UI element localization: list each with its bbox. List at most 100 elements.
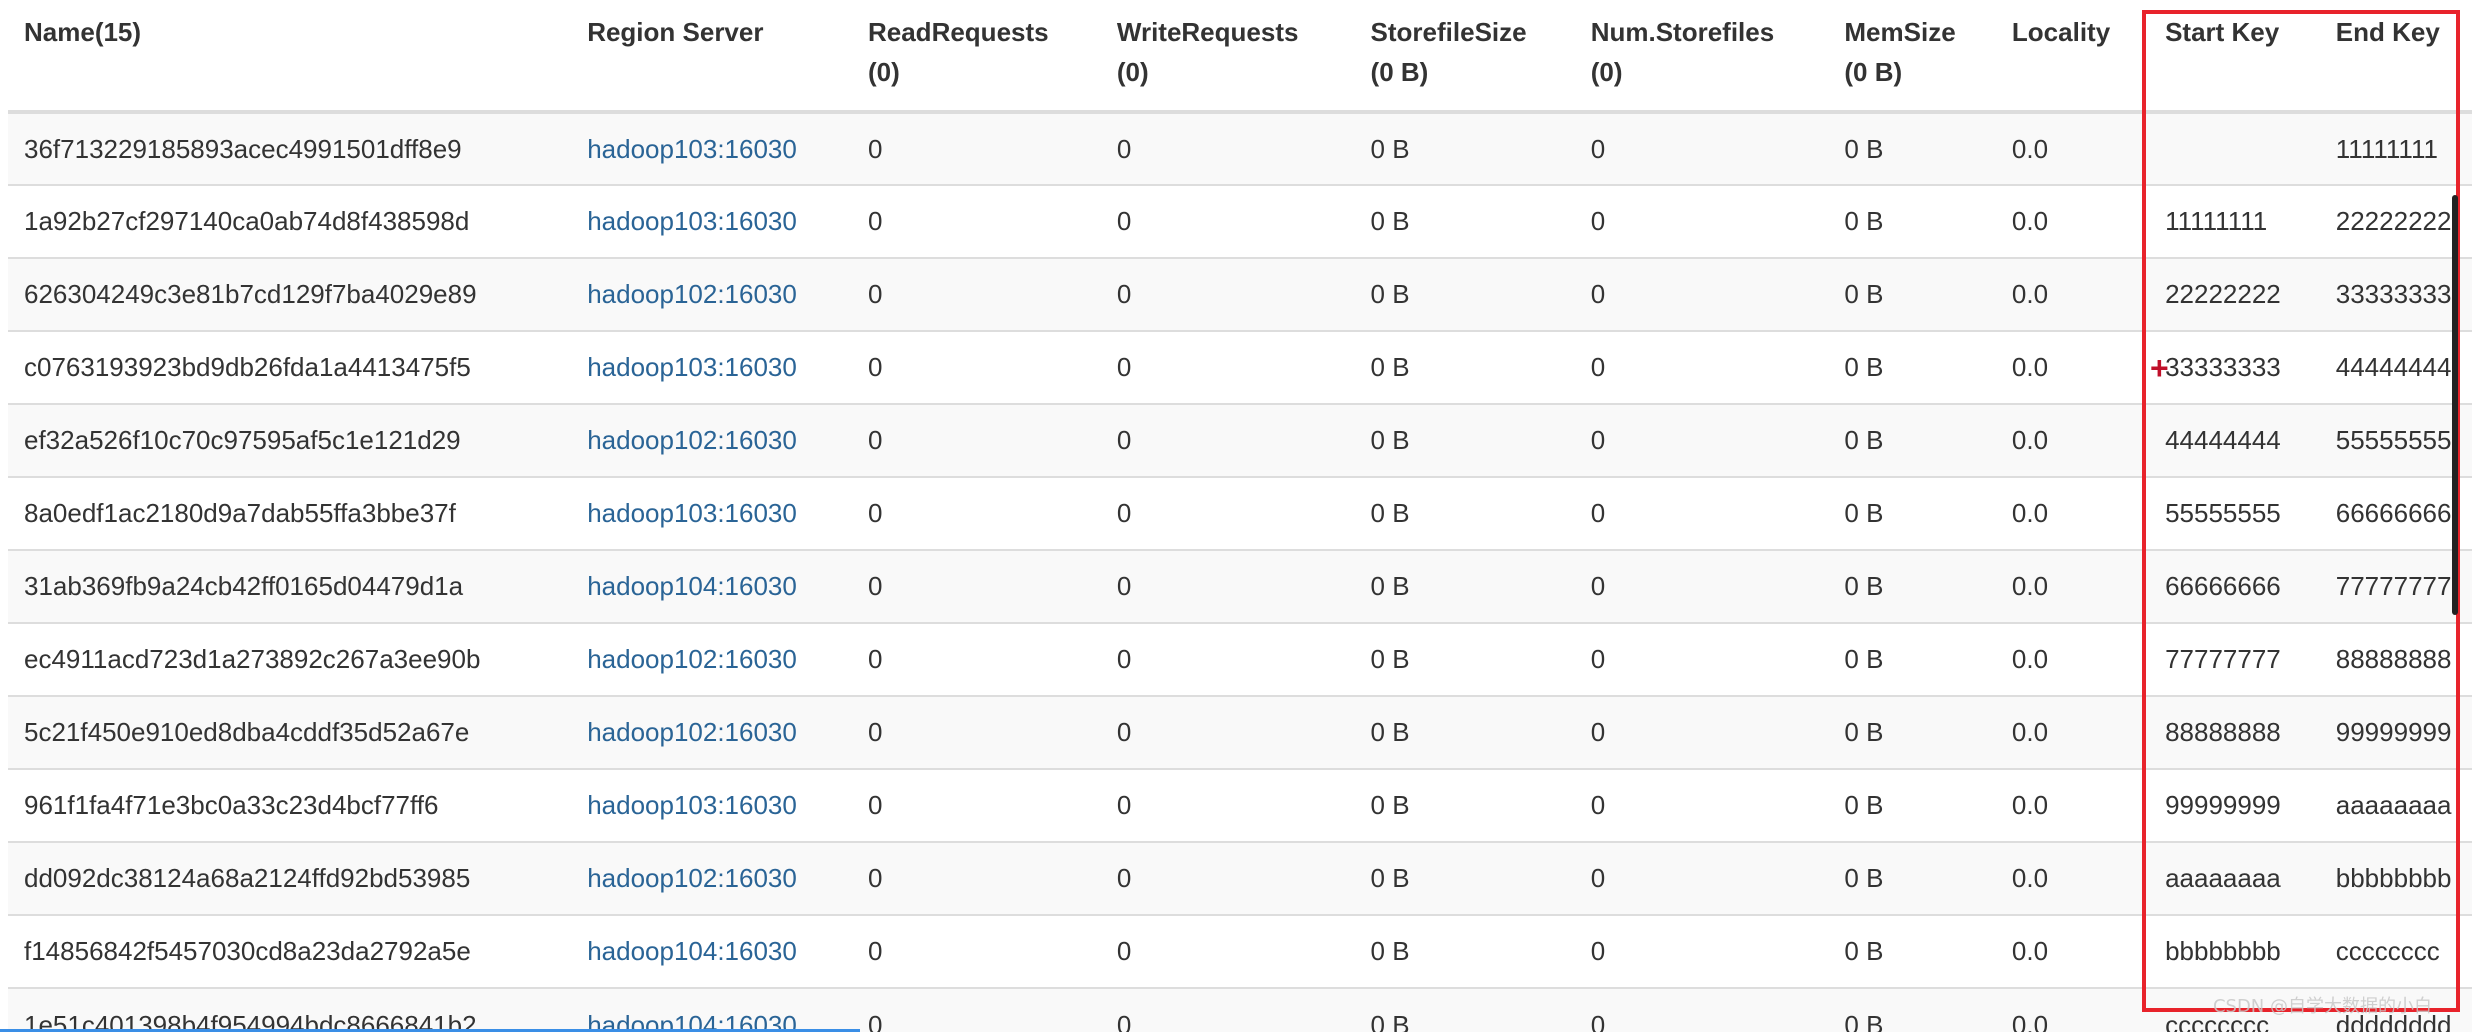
region-server-link[interactable]: hadoop103:16030 [587, 352, 797, 382]
end-key-cell: cccccccc [2319, 914, 2472, 988]
read-requests-cell: 0 [851, 111, 1101, 185]
table-row: 36f713229185893acec4991501dff8e9 hadoop10… [8, 111, 2472, 185]
region-server-link[interactable]: hadoop104:16030 [587, 936, 797, 966]
start-key-cell: 88888888 [2149, 695, 2320, 769]
regions-table: Name(15) Region Server ReadRequests (0) Writ… [8, 0, 2472, 1032]
read-requests-cell: 0 [851, 768, 1101, 842]
region-server-link[interactable]: hadoop102:16030 [587, 644, 797, 674]
storefile-size-cell: 0 B [1354, 330, 1575, 404]
end-key-cell: 99999999 [2319, 695, 2472, 769]
end-key-cell: 33333333 [2319, 257, 2472, 331]
column-header-name[interactable]: Name(15) [8, 0, 572, 114]
region-name-cell: 36f713229185893acec4991501dff8e9 [8, 111, 572, 185]
storefile-size-cell: 0 B [1354, 768, 1575, 842]
mem-size-cell: 0 B [1828, 987, 1996, 1032]
write-requests-cell: 0 [1100, 549, 1355, 623]
write-requests-cell: 0 [1100, 476, 1355, 550]
region-server-link[interactable]: hadoop103:16030 [587, 134, 797, 164]
column-header-start-key[interactable]: Start Key [2149, 0, 2320, 114]
num-storefiles-cell: 0 [1574, 841, 1829, 915]
scrollbar[interactable] [2452, 195, 2458, 615]
column-header-total: (0 B) [1844, 57, 1903, 87]
locality-cell: 0.0 [1995, 841, 2150, 915]
start-key-cell: 77777777 [2149, 622, 2320, 696]
storefile-size-cell: 0 B [1354, 695, 1575, 769]
locality-cell: 0.0 [1995, 184, 2150, 258]
write-requests-cell: 0 [1100, 330, 1355, 404]
table-row: 961f1fa4f71e3bc0a33c23d4bcf77ff6 hadoop10… [8, 768, 2472, 842]
region-name-cell: 626304249c3e81b7cd129f7ba4029e89 [8, 257, 572, 331]
region-server-cell: hadoop104:16030 [571, 914, 852, 988]
column-header-mem-size[interactable]: MemSize (0 B) [1828, 0, 1996, 114]
start-key-cell: 66666666 [2149, 549, 2320, 623]
column-header-region-server[interactable]: Region Server [571, 0, 852, 114]
read-requests-cell: 0 [851, 549, 1101, 623]
region-name-cell: 5c21f450e910ed8dba4cddf35d52a67e [8, 695, 572, 769]
table-row: c0763193923bd9db26fda1a4413475f5 hadoop10… [8, 330, 2472, 404]
mem-size-cell: 0 B [1828, 622, 1996, 696]
region-server-cell: hadoop102:16030 [571, 257, 852, 331]
start-key-cell: cccccccc [2149, 987, 2320, 1032]
region-server-link[interactable]: hadoop103:16030 [587, 206, 797, 236]
region-server-link[interactable]: hadoop103:16030 [587, 498, 797, 528]
column-header-num-storefiles[interactable]: Num.Storefiles (0) [1574, 0, 1829, 114]
column-header-storefile-size[interactable]: StorefileSize (0 B) [1354, 0, 1575, 114]
region-server-cell: hadoop102:16030 [571, 403, 852, 477]
region-server-link[interactable]: hadoop104:16030 [587, 571, 797, 601]
write-requests-cell: 0 [1100, 768, 1355, 842]
num-storefiles-cell: 0 [1574, 987, 1829, 1032]
num-storefiles-cell: 0 [1574, 184, 1829, 258]
write-requests-cell: 0 [1100, 841, 1355, 915]
region-server-link[interactable]: hadoop102:16030 [587, 863, 797, 893]
num-storefiles-cell: 0 [1574, 111, 1829, 185]
write-requests-cell: 0 [1100, 622, 1355, 696]
region-server-cell: hadoop103:16030 [571, 184, 852, 258]
column-header-read-requests[interactable]: ReadRequests (0) [851, 0, 1101, 114]
end-key-cell: 44444444 [2319, 330, 2472, 404]
end-key-cell: aaaaaaaa [2319, 768, 2472, 842]
locality-cell: 0.0 [1995, 403, 2150, 477]
mem-size-cell: 0 B [1828, 914, 1996, 988]
write-requests-cell: 0 [1100, 184, 1355, 258]
mem-size-cell: 0 B [1828, 768, 1996, 842]
table-row: ef32a526f10c70c97595af5c1e121d29 hadoop10… [8, 403, 2472, 477]
start-key-cell [2149, 111, 2320, 185]
read-requests-cell: 0 [851, 987, 1101, 1032]
locality-cell: 0.0 [1995, 914, 2150, 988]
write-requests-cell: 0 [1100, 987, 1355, 1032]
storefile-size-cell: 0 B [1354, 622, 1575, 696]
table-row: 1a92b27cf297140ca0ab74d8f438598d hadoop10… [8, 184, 2472, 258]
end-key-cell: 77777777 [2319, 549, 2472, 623]
write-requests-cell: 0 [1100, 695, 1355, 769]
column-header-label: Start Key [2165, 17, 2280, 47]
num-storefiles-cell: 0 [1574, 257, 1829, 331]
regions-table-container: Name(15) Region Server ReadRequests (0) Writ… [0, 0, 2472, 1032]
write-requests-cell: 0 [1100, 257, 1355, 331]
region-server-link[interactable]: hadoop103:16030 [587, 790, 797, 820]
column-header-end-key[interactable]: End Key [2319, 0, 2472, 114]
storefile-size-cell: 0 B [1354, 549, 1575, 623]
mem-size-cell: 0 B [1828, 257, 1996, 331]
num-storefiles-cell: 0 [1574, 695, 1829, 769]
storefile-size-cell: 0 B [1354, 476, 1575, 550]
num-storefiles-cell: 0 [1574, 768, 1829, 842]
region-server-link[interactable]: hadoop102:16030 [587, 425, 797, 455]
table-row: 31ab369fb9a24cb42ff0165d04479d1a hadoop10… [8, 549, 2472, 623]
region-server-cell: hadoop102:16030 [571, 841, 852, 915]
column-header-write-requests[interactable]: WriteRequests (0) [1100, 0, 1355, 114]
region-name-cell: ef32a526f10c70c97595af5c1e121d29 [8, 403, 572, 477]
write-requests-cell: 0 [1100, 403, 1355, 477]
table-header: Name(15) Region Server ReadRequests (0) Writ… [8, 0, 2472, 114]
num-storefiles-cell: 0 [1574, 914, 1829, 988]
write-requests-cell: 0 [1100, 111, 1355, 185]
mem-size-cell: 0 B [1828, 476, 1996, 550]
region-server-link[interactable]: hadoop102:16030 [587, 717, 797, 747]
region-name-cell: 961f1fa4f71e3bc0a33c23d4bcf77ff6 [8, 768, 572, 842]
mem-size-cell: 0 B [1828, 184, 1996, 258]
column-header-locality[interactable]: Locality [1995, 0, 2150, 114]
storefile-size-cell: 0 B [1354, 914, 1575, 988]
locality-cell: 0.0 [1995, 622, 2150, 696]
mem-size-cell: 0 B [1828, 841, 1996, 915]
region-server-link[interactable]: hadoop102:16030 [587, 279, 797, 309]
region-server-cell: hadoop103:16030 [571, 768, 852, 842]
